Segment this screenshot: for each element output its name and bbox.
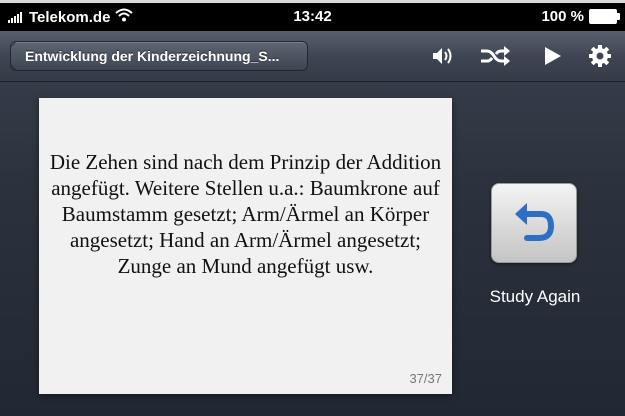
shuffle-icon[interactable]	[478, 41, 510, 71]
battery-icon	[589, 9, 620, 24]
flashcard[interactable]: Die Zehen sind nach dem Prinzip der Addi…	[39, 98, 452, 394]
gear-icon[interactable]	[585, 41, 617, 71]
card-text: Die Zehen sind nach dem Prinzip der Addi…	[49, 150, 442, 278]
speaker-icon[interactable]	[426, 41, 458, 71]
study-again-label: Study Again	[489, 287, 581, 306]
battery-group: 100 %	[541, 8, 620, 25]
undo-arrow-icon	[515, 203, 555, 241]
play-icon[interactable]	[538, 41, 570, 71]
battery-percent: 100 %	[541, 8, 584, 25]
navigation-bar: Entwicklung der Kinderzeichnung_S...	[0, 31, 625, 82]
app-screen: Telekom.de 13:42 100 % Entwicklung der K…	[0, 0, 625, 416]
back-button[interactable]: Entwicklung der Kinderzeichnung_S...	[10, 41, 308, 71]
study-again-button[interactable]	[491, 183, 577, 263]
status-time: 13:42	[293, 8, 332, 25]
card-counter: 37/37	[409, 371, 442, 386]
status-bar: Telekom.de 13:42 100 %	[0, 3, 625, 31]
back-button-label: Entwicklung der Kinderzeichnung_S...	[25, 48, 280, 64]
